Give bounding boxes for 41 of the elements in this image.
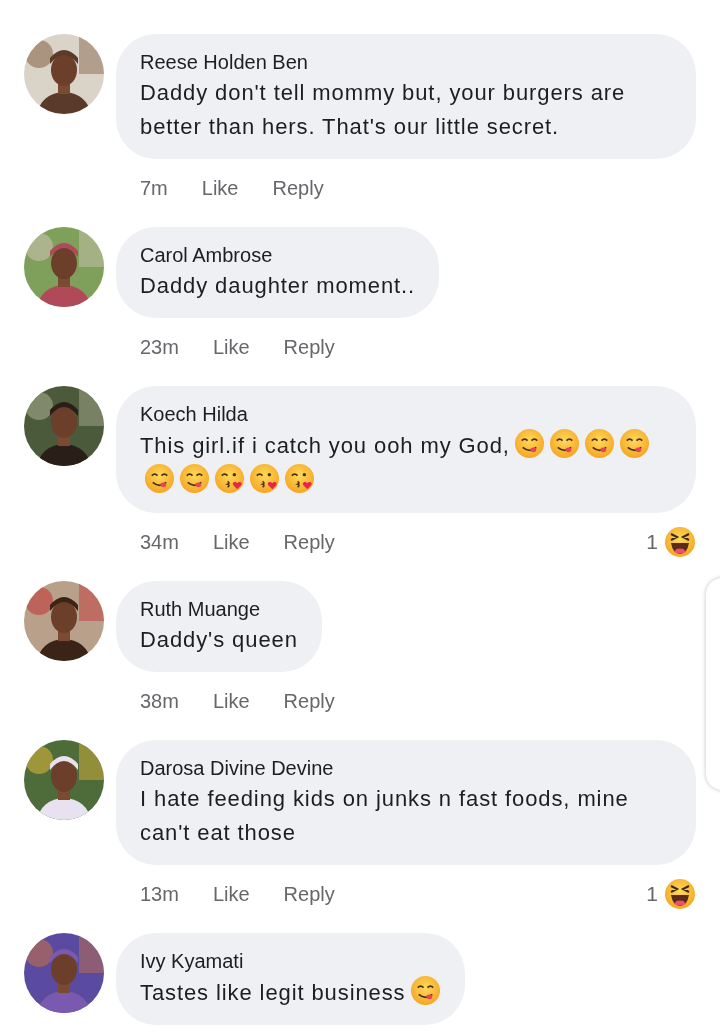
- author-name[interactable]: Reese Holden Ben: [140, 48, 672, 76]
- comment-time: 23m: [140, 335, 179, 360]
- reply-link[interactable]: Reply: [283, 686, 335, 716]
- author-name[interactable]: Ivy Kyamati: [140, 947, 441, 975]
- laughing-face-icon: [664, 878, 696, 910]
- like-link[interactable]: Like: [212, 686, 250, 716]
- smiling-face-icon: [179, 463, 210, 494]
- comment-text: Daddy's queen: [140, 626, 298, 654]
- smiling-face-icon: [548, 428, 580, 459]
- smiling-face-icon: [144, 463, 175, 494]
- comment-time: 13m: [140, 882, 179, 907]
- like-link[interactable]: Like: [201, 173, 239, 203]
- comment-text: I hate feeding kids on junks n fast foods, mine can't eat those: [140, 785, 630, 847]
- like-link[interactable]: Like: [212, 879, 250, 909]
- author-name[interactable]: Koech Hilda: [140, 400, 672, 428]
- comment-text: Tastes like legit business: [140, 975, 441, 1010]
- reply-link[interactable]: Reply: [283, 527, 335, 557]
- reply-link[interactable]: Reply: [283, 879, 335, 909]
- comment-time: 7m: [140, 176, 168, 201]
- author-name[interactable]: Ruth Muange: [140, 595, 298, 623]
- smiling-face-icon: [618, 428, 650, 459]
- kissing-face-icon: [214, 463, 245, 494]
- comment-time: 34m: [140, 530, 179, 555]
- comment-time: 38m: [140, 689, 179, 714]
- smiling-face-icon: [409, 975, 441, 1006]
- comment-text: Daddy daughter moment..: [140, 272, 416, 300]
- reply-link[interactable]: Reply: [272, 173, 324, 203]
- comment-text: This girl.if i catch you ooh my God,: [140, 428, 672, 498]
- like-link[interactable]: Like: [212, 527, 250, 557]
- smiling-face-icon: [583, 428, 615, 459]
- comment-text: Daddy don't tell mommy but, your burgers are better than hers. That's our little secret.: [140, 79, 627, 141]
- kissing-face-icon: [284, 463, 315, 494]
- smiling-face-icon: [513, 428, 545, 459]
- like-link[interactable]: Like: [212, 332, 250, 362]
- laughing-face-icon: [664, 526, 696, 558]
- reply-link[interactable]: Reply: [283, 332, 335, 362]
- author-name[interactable]: Carol Ambrose: [140, 241, 416, 269]
- reaction-count: 1: [646, 881, 658, 908]
- reaction-count: 1: [646, 529, 658, 556]
- author-name[interactable]: Darosa Divine Devine: [140, 754, 672, 782]
- kissing-face-icon: [249, 463, 280, 494]
